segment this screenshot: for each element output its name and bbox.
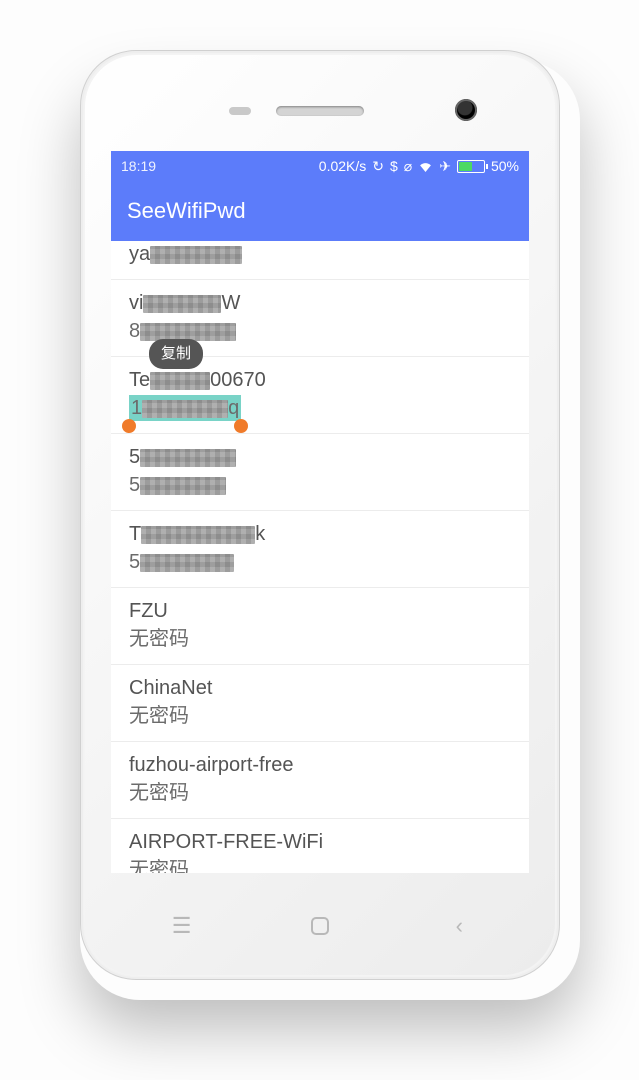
- censored-block: [142, 400, 228, 418]
- nav-back-button[interactable]: ‹: [444, 911, 474, 941]
- speaker-grille: [276, 106, 364, 116]
- wifi-ssid: ya: [129, 241, 511, 267]
- wifi-item[interactable]: ya: [111, 241, 529, 280]
- wifi-item[interactable]: 55: [111, 434, 529, 511]
- screen: 18:19 0.02K/s ↻ $ ⌀ ✈ 50% SeeWifiPwd ya v…: [111, 151, 529, 873]
- android-nav-bar: ☰ ‹: [111, 873, 529, 979]
- bluetooth-icon: $: [390, 158, 398, 174]
- battery-percent: 50%: [491, 158, 519, 174]
- wifi-password[interactable]: 无密码: [129, 857, 511, 873]
- status-time: 18:19: [121, 158, 156, 174]
- phone-frame: 18:19 0.02K/s ↻ $ ⌀ ✈ 50% SeeWifiPwd ya v…: [80, 50, 560, 980]
- text-selection[interactable]: 1q: [129, 395, 241, 421]
- nav-recent-button[interactable]: ☰: [166, 911, 196, 941]
- wifi-password[interactable]: 5: [129, 472, 511, 498]
- wifi-ssid: viW: [129, 290, 511, 316]
- wifi-password[interactable]: 1q: [129, 395, 511, 421]
- wifi-item[interactable]: ChinaNet无密码: [111, 665, 529, 742]
- dnd-icon: ⌀: [404, 158, 412, 175]
- wifi-item[interactable]: AIRPORT-FREE-WiFi 无密码: [111, 819, 529, 873]
- front-camera: [455, 99, 477, 121]
- wifi-item[interactable]: FZU无密码: [111, 588, 529, 665]
- wifi-password[interactable]: 无密码: [129, 780, 511, 806]
- wifi-item[interactable]: Tk5: [111, 511, 529, 588]
- selection-handle-left[interactable]: [122, 419, 136, 433]
- status-bar: 18:19 0.02K/s ↻ $ ⌀ ✈ 50%: [111, 151, 529, 181]
- battery-icon: [457, 160, 485, 173]
- copy-tooltip[interactable]: 复制: [149, 339, 203, 369]
- proximity-sensor: [229, 107, 251, 115]
- wifi-ssid: Te00670复制: [129, 367, 511, 393]
- censored-block: [150, 246, 242, 264]
- censored-block: [140, 449, 236, 467]
- wifi-list[interactable]: yaviW8Te00670复制1q55Tk5FZU无密码ChinaNet无密码f…: [111, 241, 529, 873]
- wifi-ssid: Tk: [129, 521, 511, 547]
- status-net-speed: 0.02K/s: [319, 158, 366, 174]
- app-bar: SeeWifiPwd: [111, 181, 529, 241]
- app-title: SeeWifiPwd: [127, 198, 246, 224]
- wifi-ssid: fuzhou-airport-free: [129, 752, 511, 778]
- wifi-item[interactable]: Te00670复制1q: [111, 357, 529, 434]
- wifi-password[interactable]: 5: [129, 549, 511, 575]
- censored-block: [140, 554, 234, 572]
- sync-icon: ↻: [372, 158, 384, 175]
- wifi-item[interactable]: fuzhou-airport-free无密码: [111, 742, 529, 819]
- wifi-ssid: 5: [129, 444, 511, 470]
- selection-handle-right[interactable]: [234, 419, 248, 433]
- airplane-icon: ✈: [439, 158, 451, 175]
- censored-block: [143, 295, 221, 313]
- censored-block: [140, 477, 226, 495]
- censored-block: [141, 526, 255, 544]
- wifi-ssid: AIRPORT-FREE-WiFi: [129, 829, 511, 855]
- wifi-password[interactable]: 无密码: [129, 626, 511, 652]
- wifi-password[interactable]: 无密码: [129, 703, 511, 729]
- wifi-ssid: FZU: [129, 598, 511, 624]
- wifi-icon: [418, 160, 433, 172]
- wifi-ssid: ChinaNet: [129, 675, 511, 701]
- nav-home-button[interactable]: [305, 911, 335, 941]
